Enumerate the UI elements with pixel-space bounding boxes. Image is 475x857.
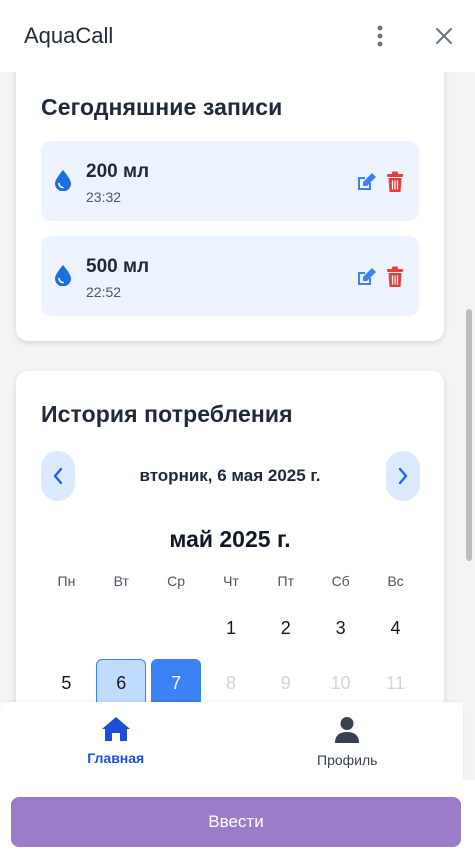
nav-home-label: Главная: [87, 750, 145, 766]
trash-icon[interactable]: [386, 266, 404, 288]
calendar-grid: Пн Вт Ср Чт Пт Сб Вс 1 2 3 4 5 6 7 8 9 1…: [39, 566, 423, 702]
more-vertical-icon[interactable]: [365, 21, 395, 51]
weekday-label: Пт: [277, 573, 295, 589]
calendar-month: май 2025 г.: [169, 526, 291, 552]
calendar-day-today[interactable]: 7: [149, 658, 204, 702]
history-title: История потребления: [41, 401, 293, 427]
user-icon: [335, 717, 360, 743]
close-icon[interactable]: [429, 21, 459, 51]
calendar-day-disabled: 9: [280, 672, 291, 693]
scrollbar[interactable]: [463, 72, 475, 780]
entry-amount: 500 мл: [86, 256, 150, 277]
entry-time: 23:32: [86, 189, 122, 205]
calendar-week: 1 2 3 4: [39, 603, 423, 653]
calendar-day[interactable]: 3: [313, 603, 368, 653]
calendar-day[interactable]: 1: [204, 603, 259, 653]
calendar-day-empty: [94, 603, 149, 653]
bottom-navigation: Главная Профиль: [0, 702, 463, 780]
edit-icon[interactable]: [355, 267, 377, 287]
entry-time: 22:52: [86, 284, 122, 300]
calendar-day-disabled: 11: [386, 672, 405, 693]
weekday-label: Вт: [113, 573, 129, 589]
next-day-button[interactable]: [386, 451, 420, 501]
water-drop-icon: [55, 170, 71, 191]
weekday-row: Пн Вт Ср Чт Пт Сб Вс: [39, 566, 423, 596]
calendar-day[interactable]: 2: [258, 603, 313, 653]
weekday-label: Сб: [331, 573, 350, 589]
calendar-day[interactable]: 5: [39, 658, 94, 702]
calendar-day-disabled: 8: [225, 672, 236, 693]
water-drop-icon: [55, 265, 71, 286]
calendar-day-disabled: 10: [330, 672, 351, 693]
app-title: AquaCall: [24, 23, 114, 48]
weekday-label: Чт: [223, 573, 239, 589]
scrollbar-thumb[interactable]: [466, 309, 472, 561]
trash-icon[interactable]: [386, 171, 404, 193]
calendar-day[interactable]: 4: [368, 603, 423, 653]
weekday-label: Ср: [167, 573, 186, 589]
submit-button[interactable]: Ввести: [11, 797, 461, 847]
nav-profile[interactable]: Профиль: [232, 702, 464, 780]
entry-item: 500 мл 22:52: [41, 236, 419, 316]
chevron-right-icon: [398, 467, 408, 485]
calendar-week: 5 6 7 8 9 10 11: [39, 658, 423, 702]
today-title: Сегодняшние записи: [41, 94, 283, 120]
weekday-label: Пн: [57, 573, 76, 589]
calendar-day-selected[interactable]: 6: [94, 658, 149, 702]
main-content[interactable]: Сегодняшние записи 200 мл 23:32 500 мл 2…: [0, 72, 475, 702]
today-entries-card: Сегодняшние записи 200 мл 23:32 500 мл 2…: [16, 72, 444, 341]
calendar-day-empty: [39, 603, 94, 653]
nav-profile-label: Профиль: [317, 752, 378, 768]
history-card: История потребления вторник, 6 мая 2025 …: [16, 371, 444, 702]
selected-date: вторник, 6 мая 2025 г.: [139, 466, 321, 485]
entry-item: 200 мл 23:32: [41, 141, 419, 221]
calendar-day-empty: [149, 603, 204, 653]
weekday-label: Вс: [387, 573, 404, 589]
entry-amount: 200 мл: [86, 161, 150, 182]
nav-home[interactable]: Главная: [0, 702, 232, 780]
edit-icon[interactable]: [355, 172, 377, 192]
title-bar: AquaCall: [0, 0, 475, 72]
home-icon: [101, 717, 130, 741]
